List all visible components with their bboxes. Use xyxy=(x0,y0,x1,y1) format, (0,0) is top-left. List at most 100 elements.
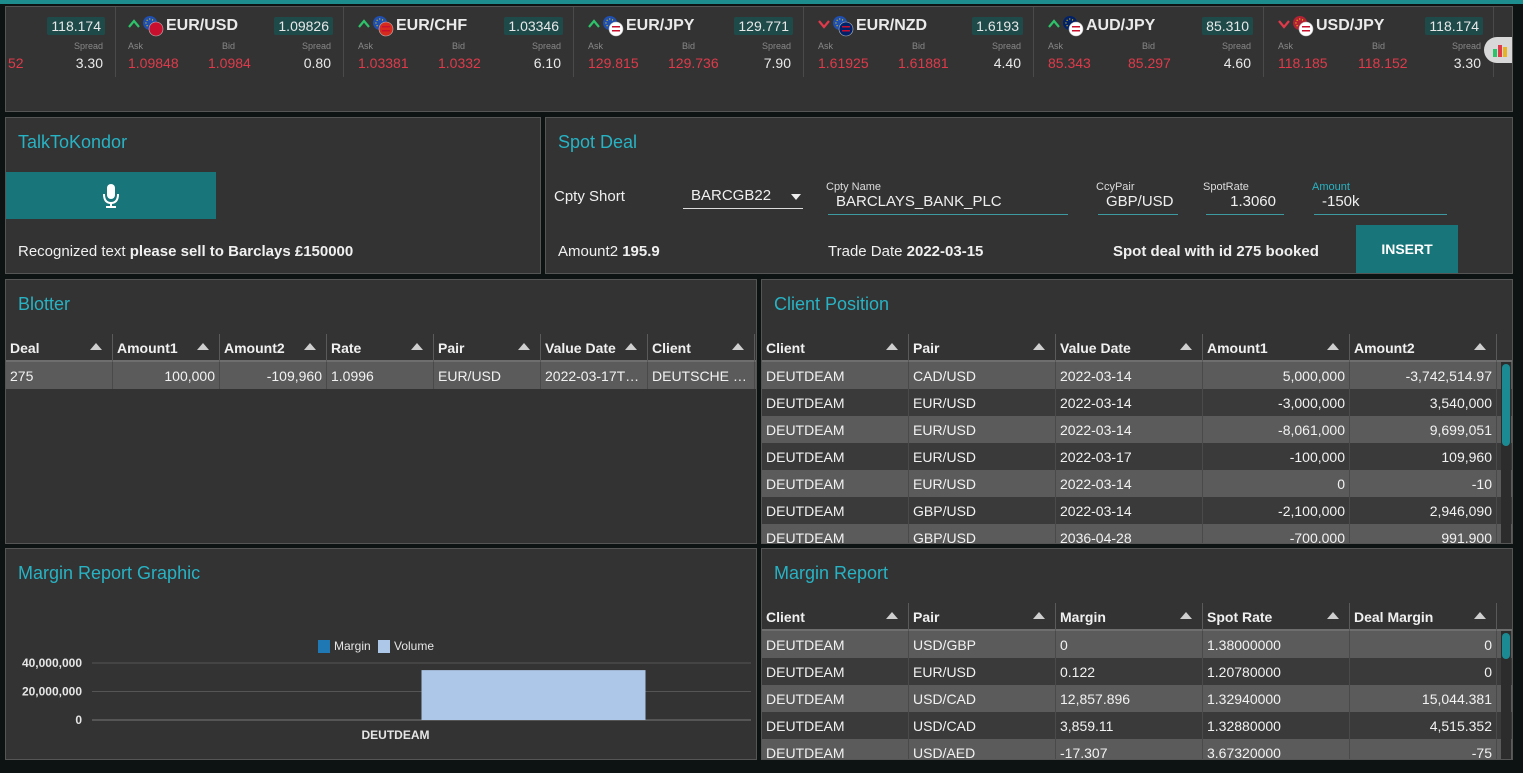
margin-report-title: Margin Report xyxy=(774,563,889,583)
ticker-item[interactable]: EUR/NZD Ask Bid 1.61925 1.6193 Spread 1.61881 4… xyxy=(804,7,1034,77)
margin-report-scrollbar[interactable] xyxy=(1501,631,1511,759)
table-cell: EUR/USD xyxy=(909,470,1056,497)
ticker-pair: AUD/JPY xyxy=(1086,17,1156,34)
ccypair-field[interactable]: GBP/USD xyxy=(1098,191,1178,215)
margin-report-row[interactable]: DEUTDEAM USD/AED -17.307 3.67320000 -75 xyxy=(762,739,1512,759)
sort-up-icon[interactable] xyxy=(625,343,637,350)
legend-label: Margin xyxy=(334,639,371,653)
client-position-row[interactable]: DEUTDEAM EUR/USD 2022-03-17 -100,000 109,960 xyxy=(762,443,1512,470)
sort-up-icon[interactable] xyxy=(1327,343,1339,350)
column-header-label: Pair xyxy=(438,340,465,356)
bid-value: 1.61881 xyxy=(898,55,949,71)
table-cell: EUR/USD xyxy=(909,443,1056,470)
column-header-label: Margin xyxy=(1060,609,1106,625)
column-header-deal[interactable]: Deal xyxy=(6,334,113,362)
ticker-rate: 118.174 xyxy=(1425,17,1483,35)
sort-up-icon[interactable] xyxy=(1180,343,1192,350)
column-header-value-date[interactable]: Value Date xyxy=(1056,334,1203,362)
bid-value: 85.297 xyxy=(1128,55,1171,71)
table-cell: DEUTDEAM xyxy=(762,443,909,470)
recognized-label: Recognized text xyxy=(18,243,126,260)
column-header-margin[interactable]: Margin xyxy=(1056,603,1203,631)
ticker-item[interactable]: 118.174 Spread 52 3.30 xyxy=(6,7,116,77)
sort-up-icon[interactable] xyxy=(886,612,898,619)
column-header-pair[interactable]: Pair xyxy=(909,603,1056,631)
sort-up-icon[interactable] xyxy=(197,343,209,350)
column-header-amount2[interactable]: Amount2 xyxy=(1350,334,1497,362)
sort-up-icon[interactable] xyxy=(1180,612,1192,619)
ticker-item[interactable]: AUD/JPY Ask Bid 85.343 85.310 Spread 85.297 4.6… xyxy=(1034,7,1264,77)
column-header-amount2[interactable]: Amount2 xyxy=(220,334,327,362)
cpty-name-field[interactable]: BARCLAYS_BANK_PLC xyxy=(828,191,1068,215)
spread-label: Spread xyxy=(1221,41,1251,51)
client-position-row[interactable]: DEUTDEAM GBP/USD 2022-03-14 -2,100,000 2,946… xyxy=(762,497,1512,524)
ticker-item[interactable]: EUR/USD Ask Bid 1.09848 1.09826 Spread 1.0984 0… xyxy=(114,7,344,77)
sort-up-icon[interactable] xyxy=(518,343,530,350)
column-header-label: Client xyxy=(766,609,805,625)
sort-up-icon[interactable] xyxy=(1474,343,1486,350)
client-position-row[interactable]: DEUTDEAM EUR/USD 2022-03-14 -8,061,000 9,699… xyxy=(762,416,1512,443)
column-header-spot-rate[interactable]: Spot Rate xyxy=(1203,603,1350,631)
ticker-more-icon[interactable] xyxy=(1484,37,1512,63)
bid-label: Bid xyxy=(1142,41,1156,51)
client-position-scrollbar[interactable] xyxy=(1501,362,1511,543)
table-cell: EUR/USD xyxy=(909,416,1056,443)
table-cell: 2022-03-17T0... xyxy=(541,362,648,389)
column-header-label: Client xyxy=(766,340,805,356)
table-cell: 0 xyxy=(1350,631,1497,658)
sort-up-icon[interactable] xyxy=(1033,343,1045,350)
margin-report-row[interactable]: DEUTDEAM USD/CAD 3,859.11 1.32880000 4,515.3… xyxy=(762,712,1512,739)
sort-up-icon[interactable] xyxy=(90,343,102,350)
bid-value: 1.0984 xyxy=(208,55,251,71)
margin-chart: 0 20,000,000 40,000,000 DEUTDEAM Margin Volum… xyxy=(22,639,751,742)
scrollbar-thumb[interactable] xyxy=(1502,633,1510,659)
ticker-item[interactable]: EUR/CHF Ask Bid 1.03381 1.03346 Spread 1.0332 6… xyxy=(344,7,574,77)
spread-value: 4.40 xyxy=(993,55,1021,71)
blotter-row[interactable]: 275 100,000 -109,960 1.0996 EUR/USD 2022-03-1… xyxy=(6,362,756,389)
client-position-row[interactable]: DEUTDEAM EUR/USD 2022-03-14 -3,000,000 3,540… xyxy=(762,389,1512,416)
sort-up-icon[interactable] xyxy=(304,343,316,350)
table-cell: USD/AED xyxy=(909,739,1056,759)
column-header-value-date[interactable]: Value Date xyxy=(541,334,648,362)
table-cell: EUR/USD xyxy=(434,362,541,389)
sort-up-icon[interactable] xyxy=(411,343,423,350)
column-header-amount1[interactable]: Amount1 xyxy=(1203,334,1350,362)
table-cell: -3,742,514.97 xyxy=(1350,362,1497,389)
margin-report-row[interactable]: DEUTDEAM USD/CAD 12,857.896 1.32940000 15,04… xyxy=(762,685,1512,712)
sort-up-icon[interactable] xyxy=(732,343,744,350)
ask-value: 1.03381 xyxy=(358,55,409,71)
column-header-client[interactable]: Client xyxy=(762,603,909,631)
sort-up-icon[interactable] xyxy=(1327,612,1339,619)
column-header-amount1[interactable]: Amount1 xyxy=(113,334,220,362)
microphone-button[interactable] xyxy=(6,172,216,219)
column-header-client[interactable]: Client xyxy=(762,334,909,362)
scrollbar-thumb[interactable] xyxy=(1502,364,1510,446)
column-header-client[interactable]: Client xyxy=(648,334,755,362)
trade-date-label: Trade Date xyxy=(828,243,903,260)
table-cell: USD/CAD xyxy=(909,685,1056,712)
table-cell: 1.38000000 xyxy=(1203,631,1350,658)
ask-label: Ask xyxy=(1278,41,1294,51)
client-position-row[interactable]: DEUTDEAM GBP/USD 2036-04-28 -700,000 991,900 xyxy=(762,524,1512,543)
sort-up-icon[interactable] xyxy=(1033,612,1045,619)
bid-label: Bid xyxy=(912,41,926,51)
margin-report-row[interactable]: DEUTDEAM EUR/USD 0.122 1.20780000 0 xyxy=(762,658,1512,685)
x-tick-label: DEUTDEAM xyxy=(362,728,430,742)
column-header-pair[interactable]: Pair xyxy=(434,334,541,362)
margin-report-row[interactable]: DEUTDEAM USD/GBP 0 1.38000000 0 xyxy=(762,631,1512,658)
column-header-pair[interactable]: Pair xyxy=(909,334,1056,362)
spot-deal-panel: Spot Deal Cpty Short BARCGB22 Cpty Name … xyxy=(545,117,1513,274)
amount-field[interactable]: -150k xyxy=(1314,191,1447,215)
cpty-short-select[interactable]: BARCGB22 xyxy=(683,185,803,209)
bid-value: 129.736 xyxy=(668,55,719,71)
ticker-item[interactable]: USD/JPY Ask Bid 118.185 118.174 Spread 118.152… xyxy=(1264,7,1494,77)
client-position-row[interactable]: DEUTDEAM CAD/USD 2022-03-14 5,000,000 -3,742… xyxy=(762,362,1512,389)
sort-up-icon[interactable] xyxy=(1474,612,1486,619)
insert-button[interactable]: INSERT xyxy=(1356,225,1458,273)
spotrate-field[interactable]: 1.3060 xyxy=(1206,191,1284,215)
sort-up-icon[interactable] xyxy=(886,343,898,350)
column-header-rate[interactable]: Rate xyxy=(327,334,434,362)
client-position-row[interactable]: DEUTDEAM EUR/USD 2022-03-14 0 -10 xyxy=(762,470,1512,497)
ticker-item[interactable]: EUR/JPY Ask Bid 129.815 129.771 Spread 129.736… xyxy=(574,7,804,77)
column-header-deal-margin[interactable]: Deal Margin xyxy=(1350,603,1497,631)
